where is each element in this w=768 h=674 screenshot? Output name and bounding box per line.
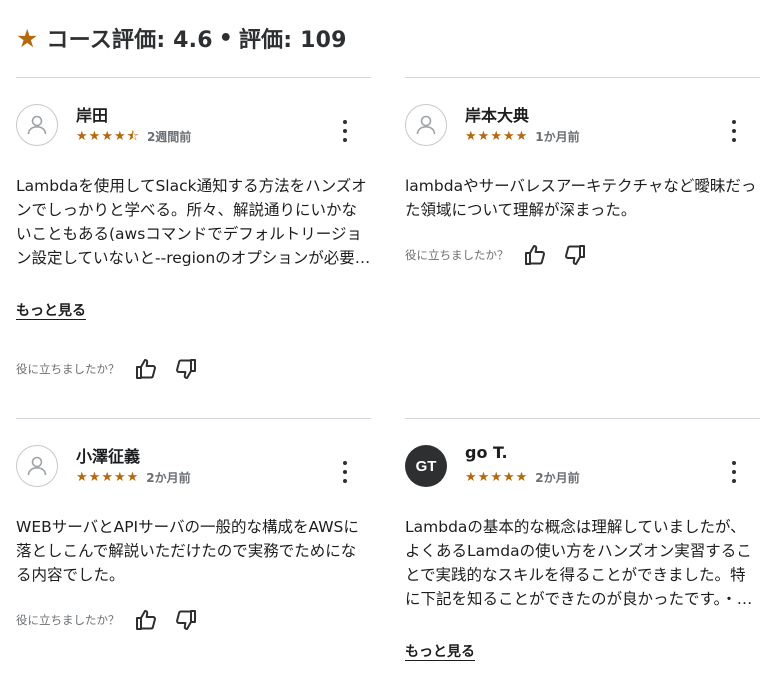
review-date: 2か月前 (535, 471, 580, 485)
review-text: lambdaやサーバレスアーキテクチャなど曖昧だった領域について理解が深まった。 (405, 177, 757, 219)
half-star-icon: ⯪ (126, 129, 139, 144)
review-card: GT go T. ★ ★ ★ ★ ★ 2か月前 Lambdaの基本的な概念は理解していま… (405, 418, 760, 674)
review-text: WEBサーバとAPIサーバの一般的な構成をAWSに落としこんで解説いただけたので… (16, 518, 359, 584)
helpful-prompt: 役に立ちましたか？ (405, 243, 603, 267)
course-rating: コース評価: 4.6 (46, 28, 213, 53)
review-card: 小澤征義 ★ ★ ★ ★ ★ 2か月前 WEBサーバとAPIサーバの一般的な構成をAWS… (16, 418, 371, 674)
helpful-question: 役に立ちましたか？ (16, 362, 120, 376)
course-rating-header: ★ コース評価: 4.6 • 評価: 109 (16, 22, 347, 54)
star-icon: ★ (477, 129, 490, 144)
star-icon: ★ (515, 470, 528, 485)
star-icon: ★ (515, 129, 528, 144)
reviewer-name: go T. (465, 443, 508, 462)
avatar (16, 104, 58, 146)
star-icon: ★ (76, 470, 88, 485)
review-date: 1か月前 (535, 130, 580, 144)
star-icon: ★ (490, 129, 502, 144)
reviewer-name: 岸本大典 (465, 106, 530, 125)
review-date: 2週間前 (146, 130, 192, 144)
helpful-prompt: 役に立ちましたか？ (16, 608, 214, 632)
review-card: 岸田 ★ ★ ★ ★ ⯪ 2週間前 Lambdaを使用してSlack通知する方法をハンズ… (16, 77, 371, 397)
star-icon: ★ (502, 129, 515, 144)
avatar (405, 104, 447, 146)
helpful-question: 役に立ちましたか？ (16, 613, 120, 627)
star-rating: ★ ★ ★ ★ ★ 2か月前 (465, 469, 580, 486)
star-icon: ★ (88, 129, 101, 144)
star-icon: ★ (465, 129, 477, 144)
star-icon: ★ (502, 470, 515, 485)
thumbs-up-icon[interactable] (134, 357, 158, 381)
user-icon (416, 115, 436, 135)
star-icon: ★ (477, 470, 490, 485)
user-icon (27, 456, 47, 476)
star-rating: ★ ★ ★ ★ ★ 2か月前 (76, 469, 191, 486)
user-icon (27, 115, 47, 135)
more-options-icon[interactable] (337, 461, 353, 483)
review-date: 2か月前 (146, 471, 191, 485)
star-rating: ★ ★ ★ ★ ⯪ 2週間前 (76, 128, 191, 145)
separator-dot: • (218, 25, 233, 51)
thumbs-down-icon[interactable] (174, 608, 198, 632)
star-icon: ★ (76, 129, 88, 144)
show-more-link[interactable]: もっと見る (16, 300, 86, 320)
review-card: 岸本大典 ★ ★ ★ ★ ★ 1か月前 lambdaやサーバレスアーキテクチャなど曖昧だ… (405, 77, 760, 397)
star-icon: ★ (113, 129, 126, 144)
avatar (16, 445, 58, 487)
star-icon: ★ (126, 470, 139, 485)
review-text: Lambdaを使用してSlack通知する方法をハンズオンでしっかりと学べる。所々… (16, 177, 371, 267)
star-icon: ★ (101, 129, 113, 144)
thumbs-down-icon[interactable] (563, 243, 587, 267)
review-count: 評価: 109 (238, 28, 347, 53)
thumbs-down-icon[interactable] (174, 357, 198, 381)
show-more-link[interactable]: もっと見る (405, 641, 475, 661)
star-icon: ★ (16, 23, 39, 53)
reviewer-name: 小澤征義 (76, 447, 141, 466)
star-icon: ★ (465, 470, 477, 485)
star-icon: ★ (101, 470, 113, 485)
star-icon: ★ (490, 470, 502, 485)
reviewer-name: 岸田 (76, 106, 109, 125)
more-options-icon[interactable] (726, 461, 742, 483)
star-icon: ★ (113, 470, 126, 485)
star-icon: ★ (88, 470, 101, 485)
helpful-question: 役に立ちましたか？ (405, 248, 509, 262)
helpful-prompt: 役に立ちましたか？ (16, 357, 214, 381)
thumbs-up-icon[interactable] (134, 608, 158, 632)
more-options-icon[interactable] (726, 120, 742, 142)
avatar: GT (405, 445, 447, 487)
thumbs-up-icon[interactable] (523, 243, 547, 267)
more-options-icon[interactable] (337, 120, 353, 142)
star-rating: ★ ★ ★ ★ ★ 1か月前 (465, 128, 580, 145)
review-text: Lambdaの基本的な概念は理解していましたが、よくあるLamdaの使い方をハン… (405, 518, 752, 608)
